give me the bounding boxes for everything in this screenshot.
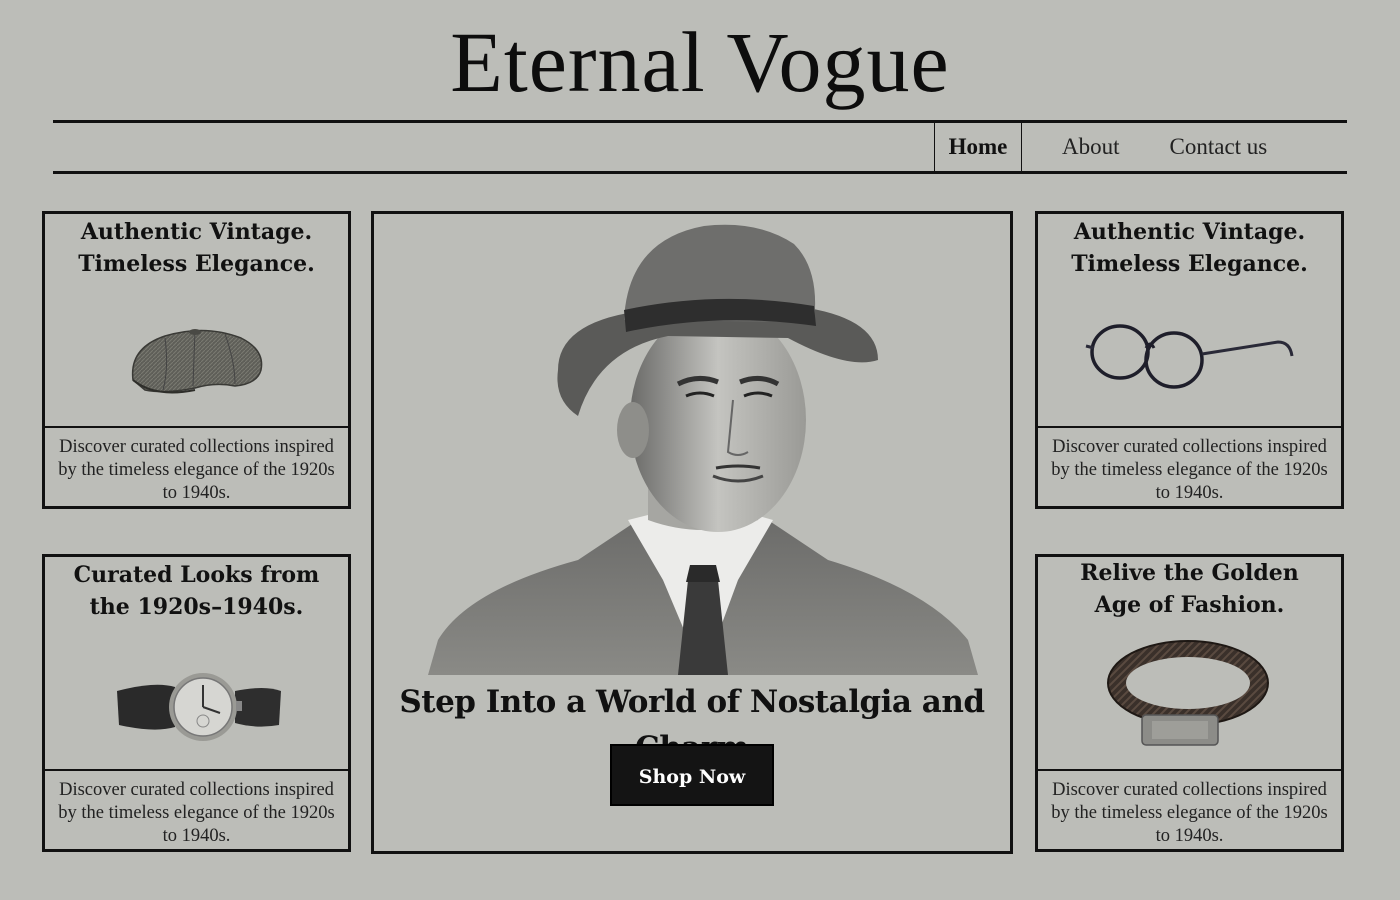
tweed-flat-cap-image — [131, 329, 263, 394]
product-card-cap[interactable]: Authentic Vintage. Timeless Elegance. Dis… — [42, 211, 351, 509]
product-card-glasses[interactable]: Authentic Vintage. Timeless Elegance. Dis… — [1035, 211, 1344, 509]
shop-now-button[interactable]: Shop Now — [610, 744, 774, 806]
main-nav: Home About Contact us — [934, 123, 1277, 171]
nav-about[interactable]: About — [1052, 123, 1130, 171]
site-title: Eternal Vogue — [450, 14, 950, 110]
round-eyeglasses-image — [1085, 324, 1294, 389]
product-card-bracelet[interactable]: Relive the Golden Age of Fashion. Discove… — [1035, 554, 1344, 852]
card-title: Authentic Vintage. Timeless Elegance. — [78, 219, 315, 277]
card-description: Discover curated collections inspired by… — [1051, 437, 1328, 503]
card-title: Authentic Vintage. Timeless Elegance. — [1071, 219, 1308, 277]
nav-home[interactable]: Home — [934, 123, 1022, 171]
product-card-watch[interactable]: Curated Looks from the 1920s–1940s. Disco… — [42, 554, 351, 852]
man-in-fedora-portrait-image — [428, 224, 978, 675]
card-description: Discover curated collections inspired by… — [1051, 780, 1328, 846]
nav-contact[interactable]: Contact us — [1160, 123, 1278, 171]
vintage-wristwatch-image — [117, 673, 281, 741]
card-title: Curated Looks from the 1920s–1940s. — [73, 562, 320, 620]
hero-section: Step Into a World of Nostalgia and Charm… — [371, 211, 1013, 854]
card-description: Discover curated collections inspired by… — [58, 780, 335, 846]
card-title: Relive the Golden Age of Fashion. — [1080, 560, 1299, 618]
card-description: Discover curated collections inspired by… — [58, 437, 335, 503]
header-divider-bottom — [53, 171, 1347, 174]
braided-leather-bracelet-image — [1107, 640, 1269, 746]
